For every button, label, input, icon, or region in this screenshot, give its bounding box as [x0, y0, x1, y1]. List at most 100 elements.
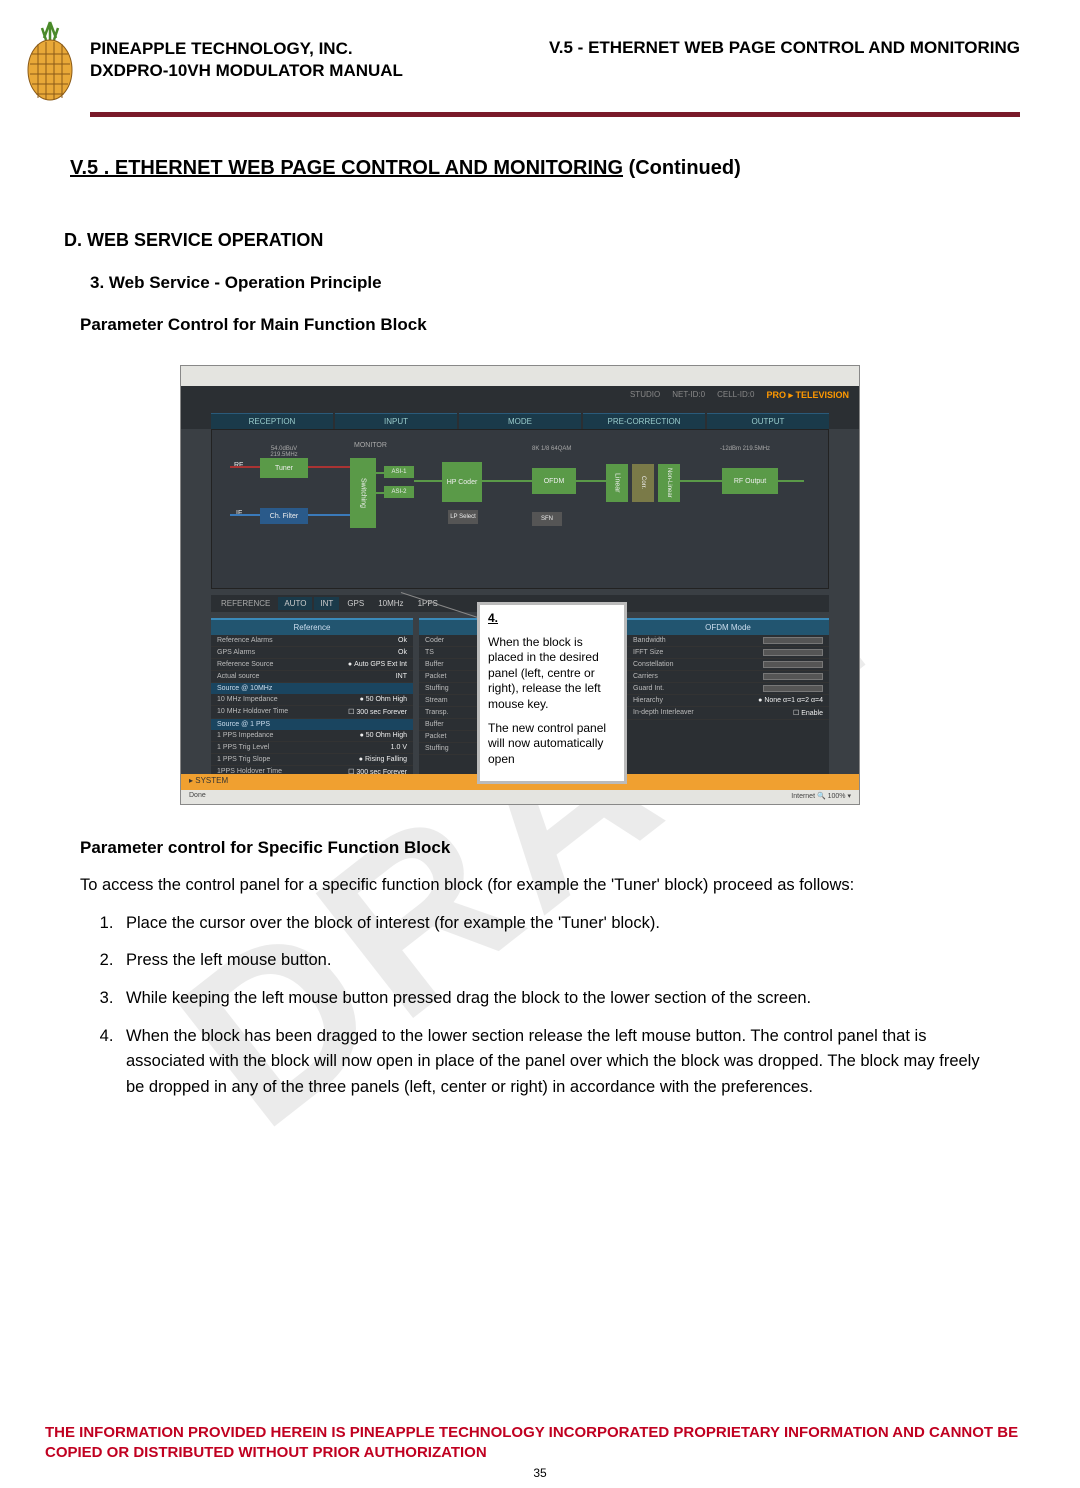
sfn-block[interactable]: SFN: [532, 512, 562, 526]
asi1-block[interactable]: ASI-1: [384, 466, 414, 478]
callout-box: 4. When the block is placed in the desir…: [477, 602, 627, 784]
ref-int[interactable]: INT: [314, 597, 339, 610]
ofdm-info: 8K 1/8 64QAM: [530, 444, 573, 454]
row-value: INT: [396, 673, 407, 680]
product-name: DXDPRO-10VH MODULATOR MANUAL: [90, 60, 403, 82]
step-1: Place the cursor over the block of inter…: [118, 911, 990, 937]
row-label: Bandwidth: [633, 637, 666, 644]
netid-label: NET-ID:0: [672, 390, 705, 401]
row-radio-group[interactable]: Auto GPS Ext Int: [348, 661, 407, 668]
coder-block[interactable]: HP Coder: [442, 462, 482, 502]
step-2: Press the left mouse button.: [118, 948, 990, 974]
switching-block[interactable]: Switching: [350, 458, 376, 528]
page-title: V.5 . ETHERNET WEB PAGE CONTROL AND MONI…: [70, 157, 1020, 180]
cellid-label: CELL-ID:0: [717, 390, 754, 401]
guard-dropdown[interactable]: [763, 685, 823, 692]
pineapple-logo-icon: [20, 20, 80, 104]
vendor-logo: PRO ▸ TELEVISION: [766, 390, 849, 401]
row-label: Guard Int.: [633, 685, 664, 692]
panel-reference: Reference Reference Alarms Ok GPS Alarms O…: [211, 618, 413, 779]
wire: [414, 480, 442, 482]
monitor-label: MONITOR: [352, 440, 389, 451]
block-diagram: 54.0dBuV 219.5MHz RF IF Tuner Ch. Filter…: [211, 429, 829, 589]
header-rule: [90, 112, 1020, 117]
carriers-dropdown[interactable]: [763, 673, 823, 680]
wire: [230, 466, 260, 468]
tab-output[interactable]: OUTPUT: [707, 413, 829, 429]
panel-head-ofdm: OFDM Mode: [627, 620, 829, 635]
callout-number: 4.: [488, 611, 498, 625]
linear-block[interactable]: Linear: [606, 464, 628, 502]
proprietary-footer: THE INFORMATION PROVIDED HEREIN IS PINEA…: [45, 1423, 1020, 1462]
heading-3: 3. Web Service - Operation Principle: [90, 273, 1020, 293]
panel-head-reference: Reference: [211, 620, 413, 635]
ifft-dropdown[interactable]: [763, 649, 823, 656]
ref-gps[interactable]: GPS: [341, 597, 370, 610]
heading-d: D. WEB SERVICE OPERATION: [64, 230, 1020, 251]
row-label: Reference Alarms: [217, 637, 273, 644]
chfilter-block[interactable]: Ch. Filter: [260, 508, 308, 524]
row-value-input[interactable]: 1.0 V: [391, 744, 407, 751]
company-name: PINEAPPLE TECHNOLOGY, INC.: [90, 38, 403, 60]
window-titlebar: [181, 366, 859, 386]
rfout-info: -12dBm 219.5MHz: [718, 444, 772, 454]
constellation-dropdown[interactable]: [763, 661, 823, 668]
row-value-input[interactable]: 300 sec Forever: [348, 708, 407, 716]
row-label: Carriers: [633, 673, 658, 680]
bandwidth-dropdown[interactable]: [763, 637, 823, 644]
hierarchy-radios[interactable]: None α=1 α=2 α=4: [758, 697, 823, 704]
subhead-1pps: Source @ 1 PPS: [211, 719, 413, 730]
wire: [680, 480, 722, 482]
row-label: Reference Source: [217, 661, 273, 668]
wire: [576, 480, 606, 482]
row-label: 1 PPS Trig Level: [217, 744, 269, 751]
page-header: PINEAPPLE TECHNOLOGY, INC. DXDPRO-10VH M…: [20, 20, 1020, 104]
asi2-block[interactable]: ASI-2: [384, 486, 414, 498]
wire: [778, 480, 804, 482]
row-value: Ok: [398, 649, 407, 656]
ref-auto[interactable]: AUTO: [278, 597, 312, 610]
wire: [482, 480, 532, 482]
callout-text-1: When the block is placed in the desired …: [488, 635, 616, 713]
tab-reception[interactable]: RECEPTION: [211, 413, 333, 429]
row-label: 1 PPS Impedance: [217, 732, 273, 739]
row-radio-group[interactable]: Rising Falling: [359, 756, 407, 763]
status-zoom[interactable]: Internet 🔍 100% ▾: [791, 792, 851, 802]
ref-10mhz[interactable]: 10MHz: [372, 597, 409, 610]
status-done: Done: [189, 792, 206, 802]
panel-ofdm: OFDM Mode Bandwidth IFFT Size Constellat…: [627, 618, 829, 779]
subhead-10mhz: Source @ 10MHz: [211, 683, 413, 694]
row-label: 10 MHz Impedance: [217, 696, 278, 703]
nonlinear-block[interactable]: Non-Linear: [658, 464, 680, 502]
row-radio-group[interactable]: 50 Ohm High: [360, 732, 407, 739]
wire: [308, 514, 350, 516]
wire: [308, 466, 350, 468]
page-number: 35: [0, 1466, 1080, 1480]
tab-mode[interactable]: MODE: [459, 413, 581, 429]
tuner-block[interactable]: Tuner: [260, 458, 308, 478]
corr-block[interactable]: Corr.: [632, 464, 654, 502]
tab-input[interactable]: INPUT: [335, 413, 457, 429]
step-3: While keeping the left mouse button pres…: [118, 986, 990, 1012]
wire: [230, 514, 260, 516]
step-4: When the block has been dragged to the l…: [118, 1024, 990, 1101]
app-screenshot: STUDIO NET-ID:0 CELL-ID:0 PRO ▸ TELEVISI…: [180, 365, 860, 805]
intro-text: To access the control panel for a specif…: [80, 873, 990, 899]
section-label: V.5 - ETHERNET WEB PAGE CONTROL AND MONI…: [549, 38, 1020, 82]
rfout-block[interactable]: RF Output: [722, 468, 778, 494]
tab-row: RECEPTION INPUT MODE PRE-CORRECTION OUTP…: [181, 405, 859, 429]
lp-select[interactable]: LP Select: [448, 510, 478, 524]
wire: [376, 472, 384, 474]
row-value: Ok: [398, 637, 407, 644]
row-label: Constellation: [633, 661, 673, 668]
row-label: Hierarchy: [633, 697, 663, 704]
heading-specific: Parameter control for Specific Function …: [80, 835, 990, 861]
browser-status-bar: Done Internet 🔍 100% ▾: [181, 790, 859, 804]
interleaver-checkbox[interactable]: Enable: [793, 709, 823, 717]
ofdm-block[interactable]: OFDM: [532, 468, 576, 494]
wire: [376, 492, 384, 494]
tab-precorrection[interactable]: PRE-CORRECTION: [583, 413, 705, 429]
row-label: GPS Alarms: [217, 649, 255, 656]
row-label: In-depth Interleaver: [633, 709, 694, 717]
row-radio-group[interactable]: 50 Ohm High: [360, 696, 407, 703]
